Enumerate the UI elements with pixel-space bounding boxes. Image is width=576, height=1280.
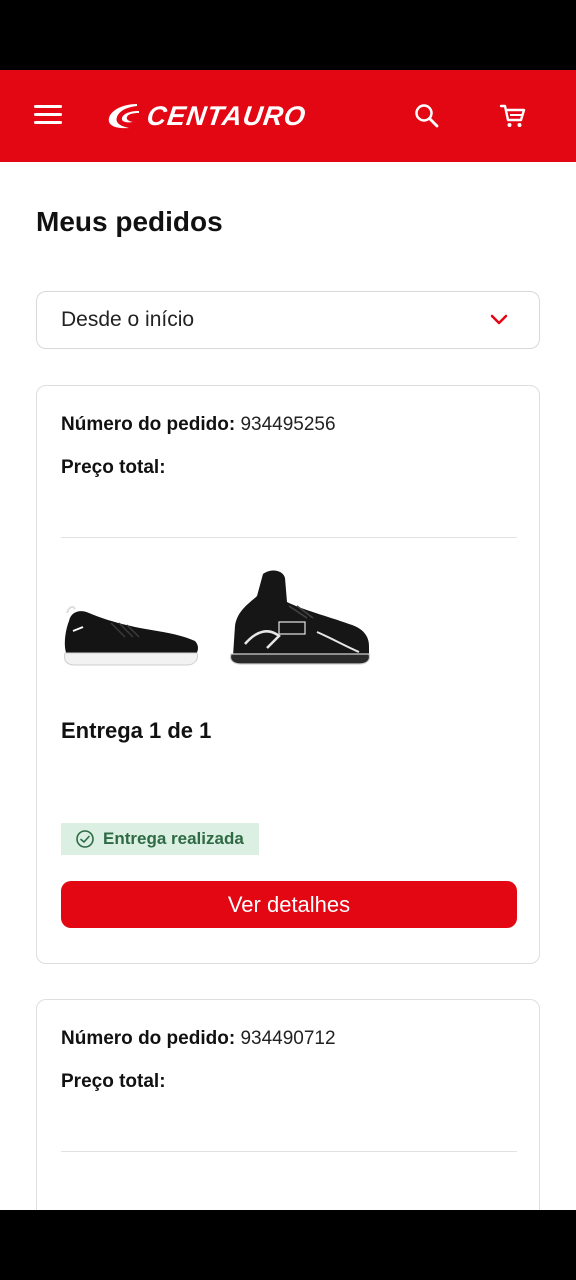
system-navigation-bar [0, 1210, 576, 1280]
centauro-logo[interactable]: CENTAURO [103, 94, 309, 138]
total-price-row: Preço total: [61, 457, 166, 479]
order-card: Número do pedido: 934495256 Preço total:… [36, 385, 540, 964]
order-number-row: Número do pedido: 934495256 [61, 414, 336, 436]
divider [61, 1151, 517, 1152]
brand-name: CENTAURO [144, 100, 309, 131]
delivery-title: Entrega 1 de 1 [61, 718, 212, 743]
order-number-value: 934495256 [240, 414, 336, 435]
divider [61, 537, 517, 538]
order-number-value: 934490712 [240, 1028, 336, 1049]
page-title: Meus pedidos [36, 206, 223, 237]
order-number-label: Número do pedido: [61, 414, 236, 435]
chevron-down-icon [490, 314, 508, 325]
product-image-everlast-high-top[interactable] [227, 566, 373, 670]
shopping-cart-icon[interactable] [499, 102, 527, 130]
top-nav: CENTAURO [0, 70, 576, 162]
date-filter-value: Desde o início [61, 308, 195, 331]
total-price-label: Preço total: [61, 457, 166, 478]
order-number-row: Número do pedido: 934490712 [61, 1028, 336, 1050]
search-icon[interactable] [414, 103, 440, 129]
status-bar [0, 0, 576, 70]
check-circle-icon [76, 830, 94, 848]
view-details-button[interactable]: Ver detalhes [61, 881, 517, 928]
date-filter-dropdown[interactable]: Desde o início [36, 291, 540, 349]
total-price-row: Preço total: [61, 1071, 166, 1093]
product-image-running-sneaker[interactable] [59, 601, 201, 671]
delivery-status-text: Entrega realizada [103, 829, 244, 848]
total-price-label: Preço total: [61, 1071, 166, 1092]
order-number-label: Número do pedido: [61, 1028, 236, 1049]
delivery-status-badge: Entrega realizada [61, 823, 259, 855]
centauro-logo-icon [108, 104, 139, 129]
hamburger-menu-icon[interactable] [34, 105, 62, 127]
